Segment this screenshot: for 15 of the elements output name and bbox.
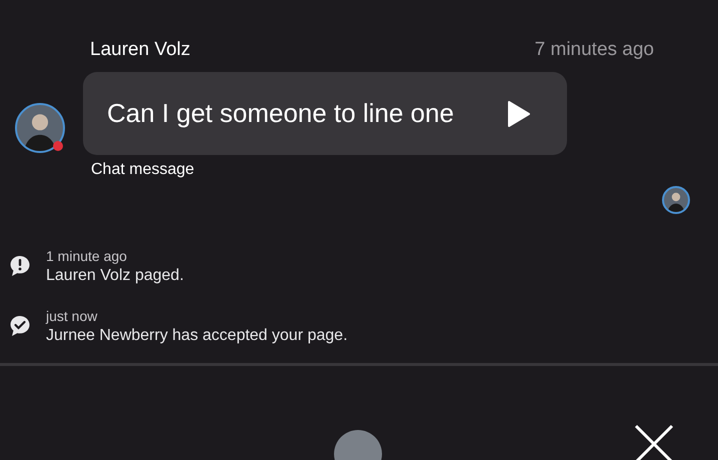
event-text: Jurnee Newberry has accepted your page.: [46, 326, 348, 346]
avatar-photo-placeholder: [662, 186, 690, 214]
event-time: 1 minute ago: [46, 247, 128, 266]
close-icon: [634, 424, 674, 460]
event-time: just now: [46, 307, 98, 326]
message-time: 7 minutes ago: [534, 38, 654, 62]
message-caption: Chat message: [91, 160, 194, 180]
avatar-photo-placeholder: [15, 103, 65, 153]
alert-bubble-icon: [8, 254, 32, 278]
play-icon: [507, 100, 531, 128]
close-button[interactable]: [634, 424, 674, 460]
event-text: Lauren Volz paged.: [46, 266, 184, 286]
check-bubble-icon: [8, 314, 32, 338]
sender-name: Lauren Volz: [90, 38, 190, 62]
message-text: Can I get someone to line one: [107, 97, 454, 130]
